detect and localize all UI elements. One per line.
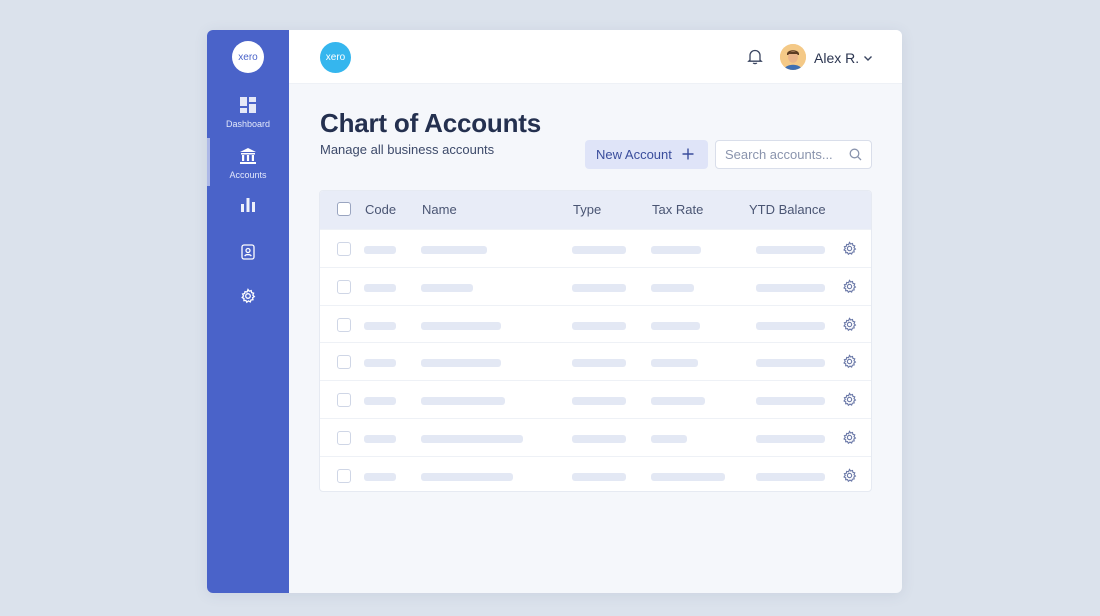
- search-input[interactable]: [725, 147, 845, 162]
- dashboard-icon: [240, 95, 256, 115]
- name-placeholder: [421, 434, 523, 443]
- logo-text: xero: [325, 52, 346, 63]
- row-checkbox[interactable]: [337, 279, 351, 294]
- new-account-button[interactable]: New Account: [585, 140, 708, 169]
- bar-chart-icon: [240, 194, 256, 214]
- code-placeholder: [364, 359, 396, 368]
- sidebar: xero Dashboard Accounts: [207, 30, 289, 593]
- balance-placeholder: [756, 246, 825, 254]
- xero-logo[interactable]: xero: [320, 42, 351, 73]
- bell-icon[interactable]: [747, 48, 763, 70]
- tax-rate-placeholder: [651, 246, 701, 254]
- app-window: xero Dashboard Accounts xero Alex R. Cha…: [207, 30, 902, 593]
- sidebar-item-label: Accounts: [229, 170, 267, 180]
- table-row[interactable]: [320, 342, 871, 380]
- column-header-ytd-balance[interactable]: YTD Balance: [749, 202, 826, 217]
- row-settings-gear-icon[interactable]: [842, 392, 857, 412]
- table-row[interactable]: [320, 380, 871, 418]
- tax-rate-placeholder: [651, 472, 725, 481]
- sidebar-item-accounts[interactable]: Accounts: [207, 138, 289, 186]
- row-checkbox[interactable]: [337, 393, 351, 408]
- contact-card-icon: [240, 242, 256, 262]
- balance-placeholder: [756, 434, 825, 443]
- table-row[interactable]: [320, 455, 871, 491]
- table-row[interactable]: [320, 417, 871, 456]
- bank-icon: [239, 146, 257, 166]
- sidebar-item-reports[interactable]: [207, 194, 289, 214]
- name-placeholder: [421, 397, 505, 406]
- type-placeholder: [572, 472, 626, 481]
- row-settings-gear-icon[interactable]: [842, 430, 857, 450]
- name-placeholder: [421, 472, 513, 481]
- column-header-code[interactable]: Code: [365, 202, 396, 217]
- type-placeholder: [572, 321, 626, 330]
- plus-icon: [682, 146, 694, 163]
- code-placeholder: [364, 397, 396, 406]
- name-placeholder: [421, 246, 487, 254]
- table-row[interactable]: [320, 266, 871, 305]
- balance-placeholder: [756, 397, 825, 406]
- sidebar-item-label: Dashboard: [225, 119, 271, 129]
- type-placeholder: [572, 283, 626, 292]
- type-placeholder: [572, 397, 626, 406]
- row-checkbox[interactable]: [337, 430, 351, 445]
- table-row[interactable]: [320, 304, 871, 343]
- sidebar-item-contacts[interactable]: [207, 242, 289, 262]
- table-body: [320, 229, 871, 491]
- row-checkbox[interactable]: [337, 468, 351, 483]
- code-placeholder: [364, 434, 396, 443]
- row-checkbox[interactable]: [337, 242, 351, 256]
- balance-placeholder: [756, 283, 825, 292]
- type-placeholder: [572, 359, 626, 368]
- balance-placeholder: [756, 359, 825, 368]
- code-placeholder: [364, 246, 396, 254]
- code-placeholder: [364, 472, 396, 481]
- top-bar: xero Alex R.: [289, 30, 902, 84]
- chevron-down-icon[interactable]: [862, 51, 874, 69]
- column-header-name[interactable]: Name: [422, 202, 457, 217]
- main-content: xero Alex R. Chart of Accounts Manage al…: [289, 30, 902, 593]
- sidebar-item-dashboard[interactable]: Dashboard: [207, 95, 289, 129]
- name-placeholder: [421, 283, 473, 292]
- user-name[interactable]: Alex R.: [814, 50, 859, 66]
- row-checkbox[interactable]: [337, 317, 351, 332]
- balance-placeholder: [756, 472, 825, 481]
- search-box[interactable]: [715, 140, 872, 169]
- table-row[interactable]: [320, 229, 871, 267]
- sidebar-logo-text: xero: [238, 51, 258, 63]
- page-title: Chart of Accounts: [320, 108, 541, 138]
- column-header-tax-rate[interactable]: Tax Rate: [652, 202, 703, 217]
- new-account-label: New Account: [596, 147, 672, 162]
- code-placeholder: [364, 321, 396, 330]
- type-placeholder: [572, 434, 626, 443]
- avatar[interactable]: [780, 44, 806, 70]
- gear-icon: [240, 286, 256, 306]
- row-settings-gear-icon[interactable]: [842, 241, 857, 261]
- select-all-checkbox[interactable]: [337, 202, 351, 216]
- tax-rate-placeholder: [651, 397, 705, 406]
- sidebar-logo[interactable]: xero: [232, 41, 264, 73]
- table-header: Code Name Type Tax Rate YTD Balance: [320, 191, 871, 229]
- code-placeholder: [364, 283, 396, 292]
- tax-rate-placeholder: [651, 359, 698, 368]
- sidebar-item-settings[interactable]: [207, 286, 289, 306]
- accounts-table: Code Name Type Tax Rate YTD Balance: [319, 190, 872, 492]
- tax-rate-placeholder: [651, 321, 700, 330]
- page-subtitle: Manage all business accounts: [320, 142, 495, 157]
- name-placeholder: [421, 359, 501, 368]
- row-checkbox[interactable]: [337, 355, 351, 370]
- tax-rate-placeholder: [651, 283, 694, 292]
- balance-placeholder: [756, 321, 825, 330]
- search-icon[interactable]: [849, 148, 862, 166]
- tax-rate-placeholder: [651, 434, 687, 443]
- column-header-type[interactable]: Type: [573, 202, 601, 217]
- row-settings-gear-icon[interactable]: [842, 468, 857, 488]
- row-settings-gear-icon[interactable]: [842, 316, 857, 337]
- type-placeholder: [572, 246, 626, 254]
- row-settings-gear-icon[interactable]: [842, 354, 857, 374]
- name-placeholder: [421, 321, 501, 330]
- row-settings-gear-icon[interactable]: [842, 279, 857, 299]
